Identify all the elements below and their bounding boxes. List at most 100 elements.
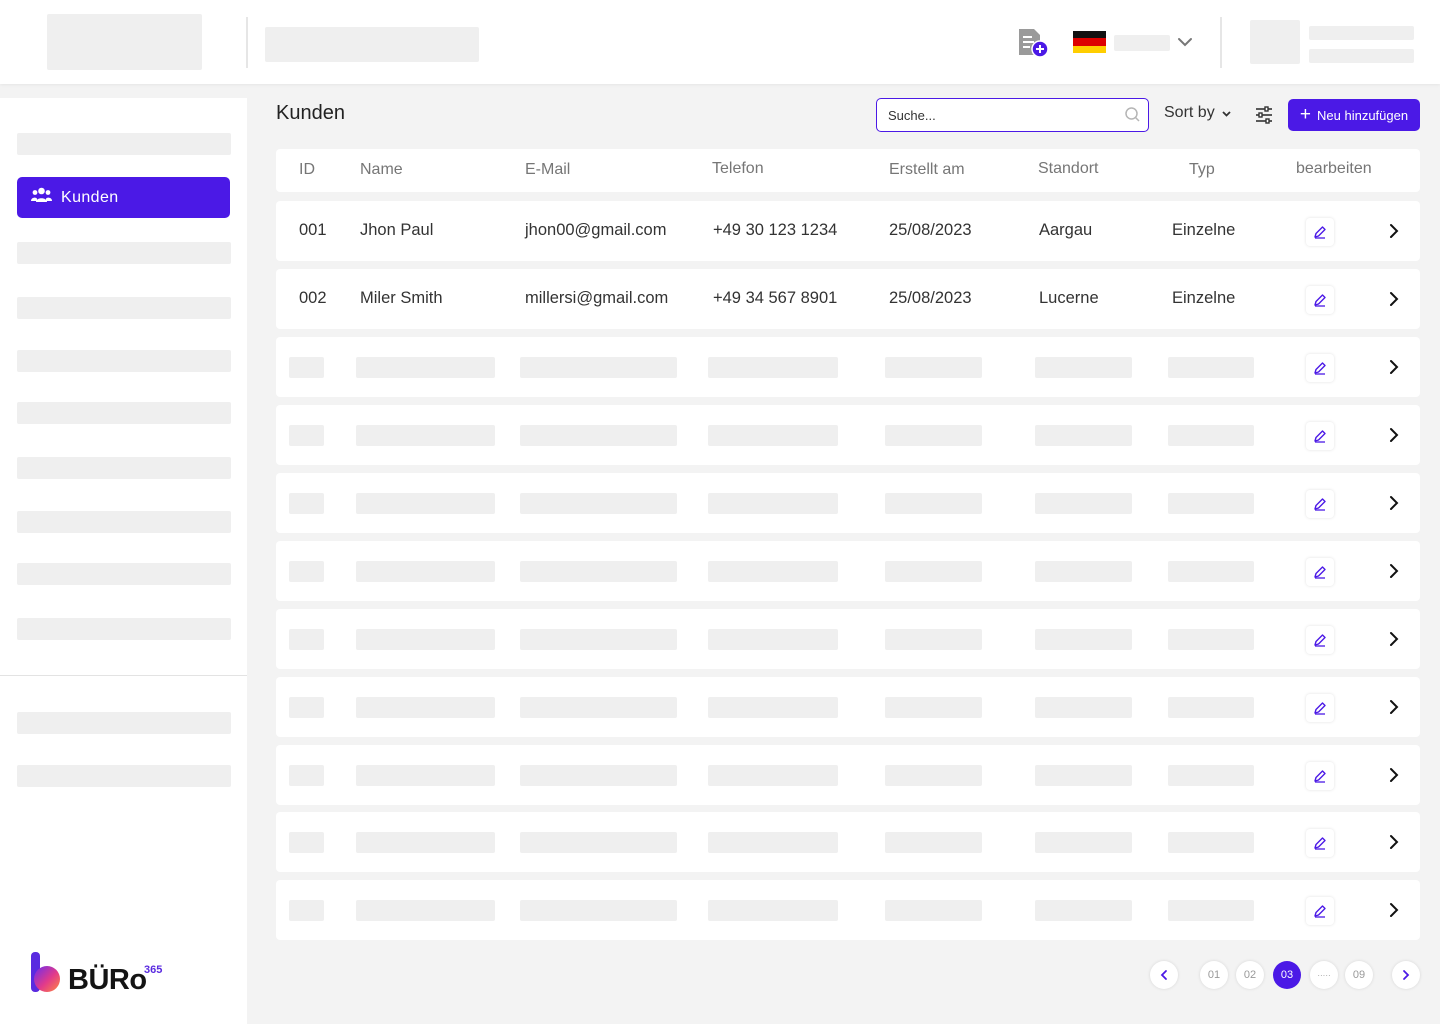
cell-placeholder [1168, 425, 1254, 446]
column-header-phone: Telefon [712, 160, 764, 177]
pencil-icon [1314, 702, 1326, 715]
edit-button[interactable] [1306, 286, 1334, 314]
sidebar-item-placeholder[interactable] [17, 511, 231, 533]
add-new-button[interactable]: + Neu hinzufügen [1288, 99, 1420, 131]
chevron-right-icon[interactable] [1385, 630, 1403, 653]
edit-button[interactable] [1306, 490, 1334, 518]
pencil-icon [1314, 498, 1326, 511]
chevron-right-icon[interactable] [1385, 358, 1403, 381]
filter-sliders-icon[interactable] [1254, 105, 1274, 130]
pagination-prev-button[interactable] [1150, 961, 1178, 989]
chevron-right-icon[interactable] [1385, 222, 1403, 245]
cell-placeholder [708, 765, 838, 786]
sidebar-item-placeholder[interactable] [17, 242, 231, 264]
column-header-edit: bearbeiten [1296, 160, 1372, 177]
chevron-right-icon[interactable] [1385, 494, 1403, 517]
edit-button[interactable] [1306, 626, 1334, 654]
pagination-next-button[interactable] [1392, 961, 1420, 989]
cell-location: Aargau [1039, 221, 1093, 239]
cell-placeholder [1035, 561, 1132, 582]
column-header-email: E-Mail [525, 161, 571, 178]
chevron-right-icon[interactable] [1385, 290, 1403, 313]
edit-button[interactable] [1306, 762, 1334, 790]
header-title-placeholder [265, 27, 479, 62]
cell-placeholder [708, 493, 838, 514]
cell-placeholder [289, 493, 324, 514]
plus-icon: + [1299, 103, 1312, 125]
cell-placeholder [356, 697, 495, 718]
column-header-id: ID [299, 161, 315, 178]
edit-button[interactable] [1306, 897, 1334, 925]
sidebar-item-placeholder[interactable] [17, 712, 231, 734]
sidebar-item-placeholder[interactable] [17, 765, 231, 787]
sidebar-item-kunden[interactable]: Kunden [17, 177, 230, 218]
cell-placeholder [1035, 765, 1132, 786]
pencil-icon [1314, 430, 1326, 443]
table-row-placeholder[interactable] [276, 405, 1420, 465]
search-icon[interactable] [1124, 106, 1141, 128]
pagination-ellipsis: ····· [1310, 961, 1338, 989]
chevron-right-icon[interactable] [1385, 766, 1403, 789]
cell-placeholder [885, 832, 982, 853]
cell-name: Miler Smith [360, 289, 443, 307]
cell-placeholder [356, 357, 495, 378]
cell-type: Einzelne [1172, 289, 1236, 307]
table-row-placeholder[interactable] [276, 609, 1420, 669]
language-label-placeholder [1114, 35, 1170, 51]
cell-placeholder [520, 900, 677, 921]
add-document-icon[interactable] [1016, 26, 1050, 65]
sidebar-item-placeholder[interactable] [17, 457, 231, 479]
sidebar-item-placeholder[interactable] [17, 563, 231, 585]
logo-placeholder [47, 14, 202, 70]
table-row-placeholder[interactable] [276, 745, 1420, 805]
cell-placeholder [708, 425, 838, 446]
table-row-placeholder[interactable] [276, 677, 1420, 737]
chevron-right-icon[interactable] [1385, 562, 1403, 585]
users-icon [31, 187, 52, 208]
cell-placeholder [1035, 832, 1132, 853]
cell-placeholder [520, 357, 677, 378]
search-input[interactable] [876, 98, 1149, 132]
cell-id: 002 [299, 289, 327, 307]
pagination-page-button[interactable]: 01 [1200, 961, 1228, 989]
table-row-placeholder[interactable] [276, 880, 1420, 940]
german-flag-icon[interactable] [1073, 31, 1106, 53]
sidebar-item-placeholder[interactable] [17, 618, 231, 640]
edit-button[interactable] [1306, 558, 1334, 586]
pagination-page-button[interactable]: 02 [1236, 961, 1264, 989]
edit-button[interactable] [1306, 829, 1334, 857]
table-row[interactable]: 002 Miler Smith millersi@gmail.com +49 3… [276, 269, 1420, 329]
cell-placeholder [708, 697, 838, 718]
chevron-right-icon[interactable] [1385, 833, 1403, 856]
table-row[interactable]: 001 Jhon Paul jhon00@gmail.com +49 30 12… [276, 201, 1420, 261]
sidebar-item-placeholder[interactable] [17, 350, 231, 372]
cell-placeholder [1168, 493, 1254, 514]
sidebar-item-placeholder[interactable] [17, 133, 231, 155]
table-row-placeholder[interactable] [276, 473, 1420, 533]
table-row-placeholder[interactable] [276, 337, 1420, 397]
edit-button[interactable] [1306, 354, 1334, 382]
cell-created: 25/08/2023 [889, 221, 972, 239]
avatar[interactable] [1250, 20, 1300, 64]
table-row-placeholder[interactable] [276, 541, 1420, 601]
cell-placeholder [1168, 357, 1254, 378]
pagination-page-button[interactable]: 09 [1345, 961, 1373, 989]
cell-placeholder [708, 357, 838, 378]
chevron-right-icon[interactable] [1385, 426, 1403, 449]
cell-name: Jhon Paul [360, 221, 434, 239]
sidebar-item-placeholder[interactable] [17, 402, 231, 424]
edit-button[interactable] [1306, 694, 1334, 722]
pagination-page-current[interactable]: 03 [1273, 961, 1301, 989]
chevron-right-icon[interactable] [1385, 901, 1403, 924]
edit-button[interactable] [1306, 422, 1334, 450]
page-title: Kunden [276, 102, 345, 124]
sidebar-item-placeholder[interactable] [17, 297, 231, 319]
table-row-placeholder[interactable] [276, 812, 1420, 872]
chevron-right-icon[interactable] [1385, 698, 1403, 721]
cell-placeholder [1035, 900, 1132, 921]
sort-dropdown[interactable]: Sort by [1164, 104, 1232, 122]
cell-placeholder [289, 832, 324, 853]
edit-button[interactable] [1306, 218, 1334, 246]
chevron-down-icon[interactable] [1176, 33, 1194, 56]
cell-placeholder [708, 900, 838, 921]
